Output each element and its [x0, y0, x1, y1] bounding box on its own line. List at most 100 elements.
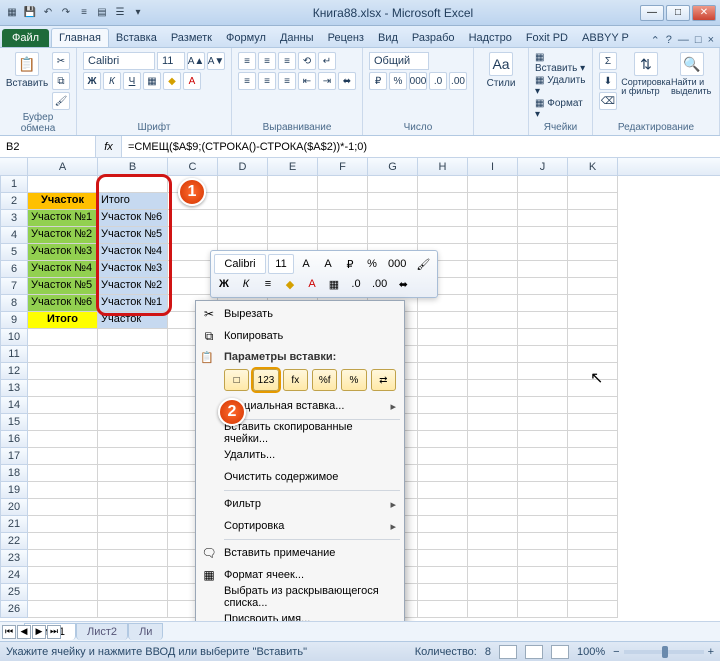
cell[interactable]: [28, 465, 98, 482]
cell[interactable]: [168, 210, 218, 227]
cell[interactable]: [468, 567, 518, 584]
bold-icon[interactable]: Ж: [83, 72, 101, 90]
zoom-in-icon[interactable]: +: [708, 646, 714, 658]
cell[interactable]: [568, 329, 618, 346]
cell[interactable]: [98, 533, 168, 550]
cell[interactable]: [98, 176, 168, 193]
mini-merge-icon[interactable]: ⬌: [393, 274, 413, 294]
cell[interactable]: [418, 550, 468, 567]
cut-icon[interactable]: ✂: [52, 52, 70, 70]
currency-icon[interactable]: ₽: [369, 72, 387, 90]
row-head[interactable]: 16: [0, 431, 28, 448]
cell[interactable]: [568, 295, 618, 312]
cell[interactable]: [568, 312, 618, 329]
row-head[interactable]: 5: [0, 244, 28, 261]
cell[interactable]: [28, 431, 98, 448]
cell[interactable]: Участок №4: [28, 261, 98, 278]
indent-dec-icon[interactable]: ⇤: [298, 72, 316, 90]
cell[interactable]: [28, 584, 98, 601]
cell[interactable]: [518, 431, 568, 448]
cell[interactable]: [468, 329, 518, 346]
cell[interactable]: [418, 499, 468, 516]
align-center-icon[interactable]: ≡: [258, 72, 276, 90]
row-head[interactable]: 20: [0, 499, 28, 516]
cell[interactable]: [418, 431, 468, 448]
tab-foxit[interactable]: Foxit PD: [519, 29, 575, 47]
fill-icon[interactable]: ⬇: [599, 72, 617, 90]
cell[interactable]: [568, 193, 618, 210]
cell[interactable]: [418, 346, 468, 363]
inc-decimal-icon[interactable]: .0: [429, 72, 447, 90]
tab-layout[interactable]: Разметк: [164, 29, 219, 47]
cell[interactable]: [518, 176, 568, 193]
align-top-icon[interactable]: ≡: [238, 52, 256, 70]
formula-input[interactable]: =СМЕЩ($A$9;(СТРОКА()-СТРОКА($A$2))*-1;0): [122, 136, 720, 157]
sheet-nav-prev-icon[interactable]: ◀: [17, 625, 31, 639]
tab-addins[interactable]: Надстро: [462, 29, 519, 47]
tab-data[interactable]: Данны: [273, 29, 321, 47]
cell[interactable]: [28, 499, 98, 516]
mini-shrink-icon[interactable]: A: [318, 254, 338, 274]
cell[interactable]: [168, 227, 218, 244]
ribbon-min-icon[interactable]: —: [678, 34, 689, 47]
row-head[interactable]: 10: [0, 329, 28, 346]
row-head[interactable]: 8: [0, 295, 28, 312]
cell[interactable]: [518, 261, 568, 278]
ctx-comment[interactable]: 🗨Вставить примечание: [196, 542, 404, 564]
cell[interactable]: [468, 210, 518, 227]
row-head[interactable]: 9: [0, 312, 28, 329]
cell[interactable]: [418, 414, 468, 431]
row-head[interactable]: 4: [0, 227, 28, 244]
cell[interactable]: [418, 465, 468, 482]
cell[interactable]: [468, 499, 518, 516]
cell[interactable]: [418, 380, 468, 397]
col-head[interactable]: G: [368, 158, 418, 175]
border-icon[interactable]: ▦: [143, 72, 161, 90]
format-cells[interactable]: ▦ Формат ▾: [535, 98, 586, 120]
col-head[interactable]: E: [268, 158, 318, 175]
cell[interactable]: [418, 210, 468, 227]
grow-font-icon[interactable]: A▲: [187, 52, 205, 70]
cell[interactable]: [218, 193, 268, 210]
cell[interactable]: [518, 244, 568, 261]
cell[interactable]: [568, 210, 618, 227]
cell[interactable]: [518, 550, 568, 567]
row-head[interactable]: 15: [0, 414, 28, 431]
help-icon[interactable]: ?: [666, 34, 672, 47]
cell[interactable]: [418, 482, 468, 499]
cell[interactable]: Участок №5: [28, 278, 98, 295]
cell[interactable]: [568, 533, 618, 550]
paste-opt-all[interactable]: □: [224, 369, 249, 391]
tab-home[interactable]: Главная: [51, 28, 109, 47]
mini-comma-icon[interactable]: 000: [384, 254, 410, 274]
cell[interactable]: [468, 533, 518, 550]
fill-color-icon[interactable]: ◆: [163, 72, 181, 90]
cell[interactable]: [518, 448, 568, 465]
cell[interactable]: [98, 550, 168, 567]
cell[interactable]: [568, 346, 618, 363]
cell[interactable]: Участок №3: [98, 261, 168, 278]
row-head[interactable]: 11: [0, 346, 28, 363]
qat-icon[interactable]: ≡: [76, 5, 92, 21]
cell[interactable]: [468, 397, 518, 414]
cell[interactable]: [468, 346, 518, 363]
cell[interactable]: [568, 261, 618, 278]
cell[interactable]: [418, 601, 468, 618]
view-layout-icon[interactable]: [525, 645, 543, 659]
cell[interactable]: [98, 482, 168, 499]
cell[interactable]: [518, 278, 568, 295]
cell[interactable]: [28, 567, 98, 584]
cell[interactable]: [518, 380, 568, 397]
cell[interactable]: [98, 329, 168, 346]
cell[interactable]: [368, 210, 418, 227]
ctx-cut[interactable]: ✂Вырезать: [196, 303, 404, 325]
col-head[interactable]: C: [168, 158, 218, 175]
number-format[interactable]: Общий: [369, 52, 429, 70]
cell[interactable]: [218, 176, 268, 193]
view-break-icon[interactable]: [551, 645, 569, 659]
name-box[interactable]: B2: [0, 136, 96, 157]
minimize-ribbon-icon[interactable]: ⌃: [651, 34, 660, 47]
merge-icon[interactable]: ⬌: [338, 72, 356, 90]
cell[interactable]: [318, 210, 368, 227]
cell[interactable]: [28, 482, 98, 499]
